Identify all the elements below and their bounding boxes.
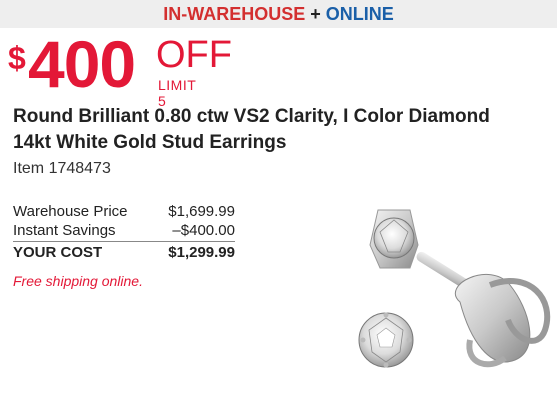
product-title: Round Brilliant 0.80 ctw VS2 Clarity, I … xyxy=(13,106,490,153)
warehouse-price-label: Warehouse Price xyxy=(13,203,128,220)
off-label: OFF xyxy=(156,34,232,76)
warehouse-price-value: $1,699.99 xyxy=(168,203,235,220)
item-number: Item 1748473 xyxy=(13,160,111,177)
channel-banner: IN-WAREHOUSE + ONLINE xyxy=(0,0,557,28)
your-cost-value: $1,299.99 xyxy=(168,244,235,261)
currency-symbol: $ xyxy=(8,40,26,76)
plus-sign: + xyxy=(305,4,326,24)
online-label: ONLINE xyxy=(325,4,394,24)
in-warehouse-label: IN-WAREHOUSE xyxy=(163,4,306,24)
price-divider xyxy=(13,241,235,242)
your-cost-label: YOUR COST xyxy=(13,244,103,261)
diamond-stud-earrings-icon xyxy=(358,209,551,368)
instant-savings-label: Instant Savings xyxy=(13,222,116,239)
product-image[interactable] xyxy=(340,190,557,414)
discount-amount: 400 xyxy=(28,27,136,101)
free-shipping-note: Free shipping online. xyxy=(13,273,143,289)
instant-savings-value: –$400.00 xyxy=(172,222,235,239)
